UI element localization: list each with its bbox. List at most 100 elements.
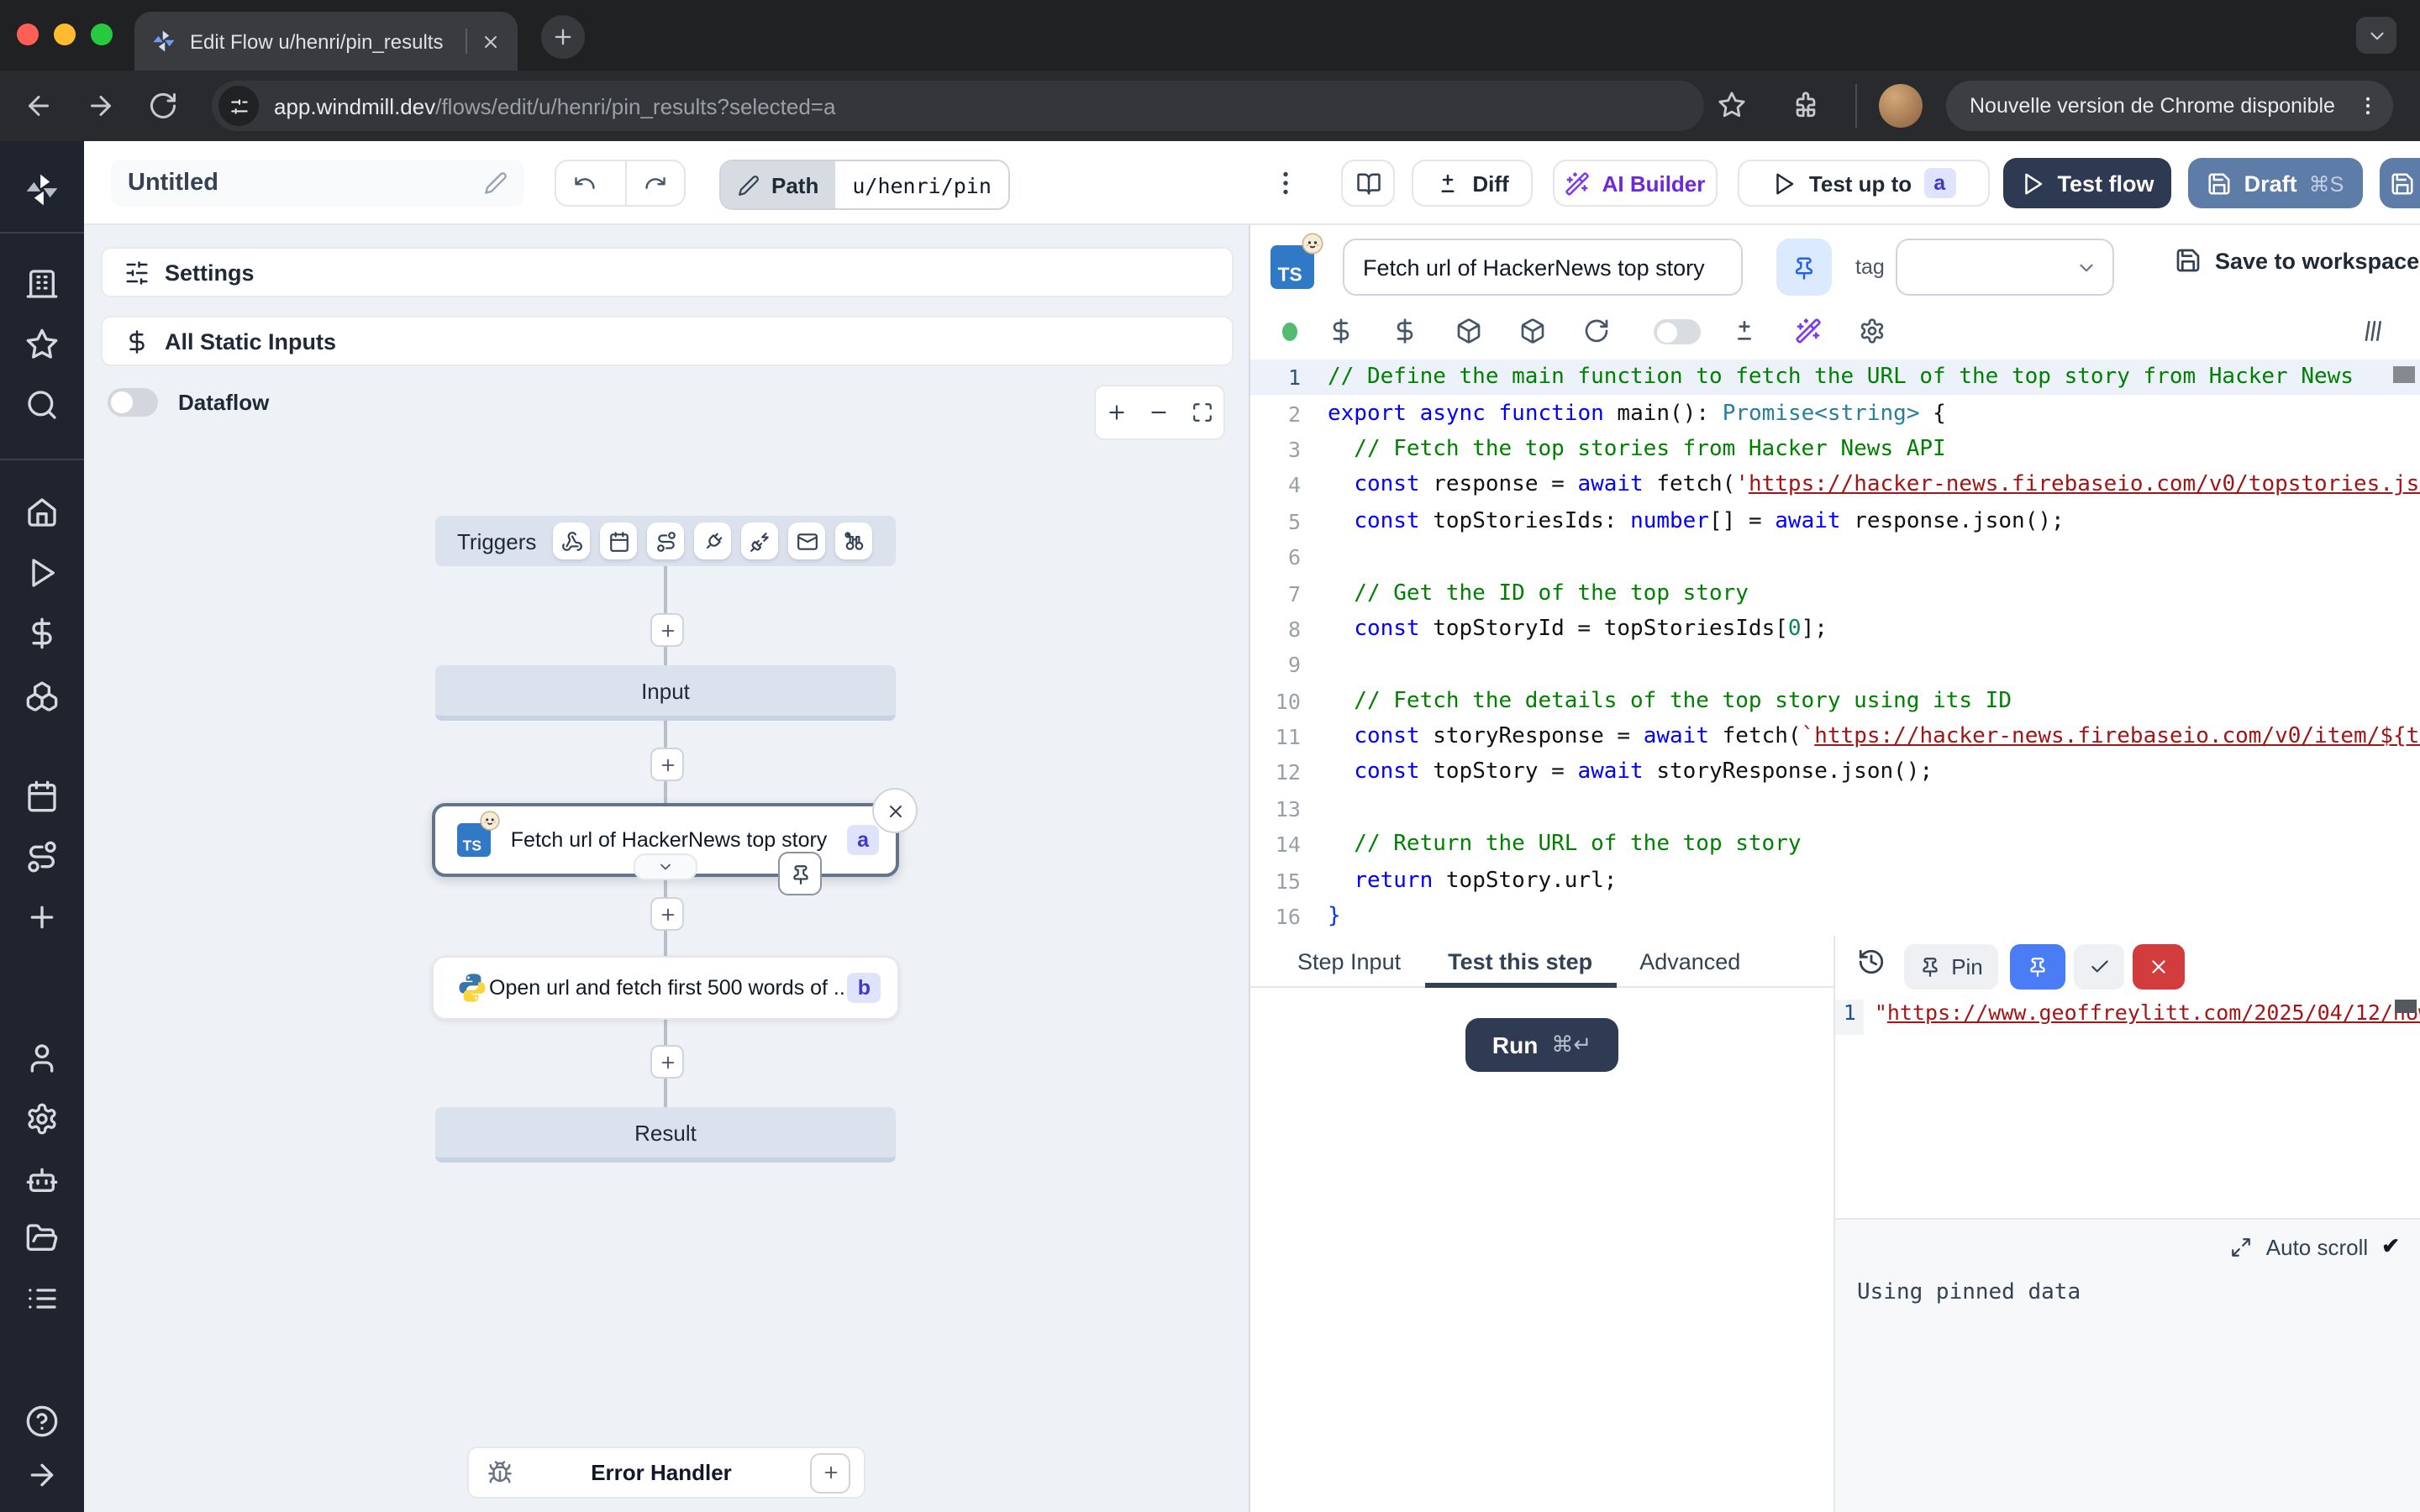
code-line[interactable]: 5 const topStoriesIds: number[] = await … — [1250, 503, 2420, 539]
code-line[interactable]: 12 const topStory = await storyResponse.… — [1250, 755, 2420, 791]
sidebar-collapse[interactable] — [25, 1458, 59, 1492]
tab-test-this-step[interactable]: Test this step — [1424, 936, 1616, 986]
trigger-binoculars-button[interactable] — [835, 522, 872, 559]
trigger-calendar-button[interactable] — [600, 522, 637, 559]
extensions-icon[interactable] — [1791, 91, 1820, 119]
pin-result-button[interactable]: Pin — [1904, 944, 1998, 990]
zoom-out-button[interactable] — [1149, 402, 1171, 423]
add-error-handler-button[interactable] — [810, 1452, 850, 1493]
step-badge[interactable]: a — [1923, 168, 1955, 198]
pinned-data-editor[interactable]: 1 "https://www.geoffreylitt.com/2025/04/… — [1835, 1000, 2420, 1035]
editor-settings-icon[interactable] — [1859, 318, 1886, 344]
test-up-to-button[interactable]: Test up to a — [1738, 160, 1990, 207]
code-line[interactable]: 15 return topStory.url; — [1250, 863, 2420, 899]
sidebar-item-settings[interactable] — [25, 1102, 59, 1136]
close-tab-icon[interactable] — [481, 31, 501, 51]
error-handler-node[interactable]: Error Handler — [467, 1446, 865, 1499]
code-line[interactable]: 10 // Fetch the details of the top story… — [1250, 683, 2420, 719]
code-line[interactable]: 14 // Return the URL of the top story — [1250, 827, 2420, 863]
sidebar-item-logs[interactable] — [25, 1282, 59, 1315]
editor-scrollbar[interactable] — [2393, 366, 2415, 383]
sidebar-item-home[interactable] — [25, 496, 59, 529]
trigger-route-button[interactable] — [647, 522, 684, 559]
package-icon[interactable] — [1455, 318, 1482, 344]
sidebar-item-folders[interactable] — [25, 1221, 59, 1255]
browser-tab[interactable]: Edit Flow u/henri/pin_results — [134, 12, 518, 71]
pinned-active-button[interactable] — [2010, 944, 2065, 990]
add-step-button[interactable] — [650, 1045, 684, 1079]
result-node[interactable]: Result — [435, 1107, 896, 1163]
trigger-plug-button[interactable] — [694, 522, 731, 559]
code-line[interactable]: 8 const topStoryId = topStoriesIds[0]; — [1250, 611, 2420, 647]
diff-icon[interactable] — [1731, 318, 1758, 344]
code-line[interactable]: 1// Define the main function to fetch th… — [1250, 360, 2420, 396]
pinned-editor-scrollbar[interactable] — [2395, 1000, 2417, 1013]
code-line[interactable]: 4 const response = await fetch('https://… — [1250, 467, 2420, 503]
code-line[interactable]: 16} — [1250, 899, 2420, 935]
pin-step-button[interactable] — [1776, 239, 1832, 296]
undo-button[interactable] — [556, 161, 613, 205]
code-line[interactable]: 3 // Fetch the top stories from Hacker N… — [1250, 432, 2420, 468]
diff-button[interactable]: Diff — [1412, 160, 1533, 207]
triggers-node[interactable]: Triggers — [435, 516, 896, 566]
redo-button[interactable] — [625, 161, 684, 205]
ai-assist-icon[interactable] — [1795, 318, 1822, 344]
sidebar-item-variables[interactable] — [25, 617, 59, 650]
docs-button[interactable] — [1341, 160, 1395, 207]
sidebar-item-users[interactable] — [25, 1042, 59, 1075]
accept-button[interactable] — [2074, 944, 2124, 990]
sidebar-item-search[interactable] — [25, 388, 59, 422]
fit-view-button[interactable] — [1192, 402, 1213, 423]
remove-pin-button[interactable] — [2133, 944, 2185, 990]
history-icon[interactable] — [1857, 948, 1886, 976]
deploy-button[interactable]: Deploy — [2380, 158, 2420, 208]
pinned-step-indicator[interactable] — [778, 852, 822, 895]
input-node[interactable]: Input — [435, 665, 896, 721]
reload-button[interactable] — [148, 91, 178, 121]
trigger-mail-button[interactable] — [788, 522, 825, 559]
code-editor[interactable]: 1// Define the main function to fetch th… — [1250, 360, 2420, 936]
trigger-webhook-button[interactable] — [553, 522, 590, 559]
maximize-window-button[interactable] — [91, 24, 113, 45]
dataflow-toggle[interactable] — [108, 388, 158, 417]
draft-button[interactable]: Draft⌘S — [2188, 158, 2363, 208]
code-line[interactable]: 9 — [1250, 647, 2420, 683]
variables-icon[interactable] — [1328, 318, 1355, 344]
profile-avatar[interactable] — [1879, 84, 1923, 128]
auto-scroll-control[interactable]: Auto scroll ✔ — [2231, 1233, 2400, 1260]
sidebar-item-favorites[interactable] — [25, 328, 59, 361]
sidebar-item-help[interactable] — [25, 1404, 59, 1438]
expand-step-button[interactable] — [634, 853, 697, 880]
expand-icon[interactable] — [2231, 1236, 2253, 1257]
sidebar-item-workers[interactable] — [25, 1163, 59, 1196]
flow-step-a[interactable]: TS Fetch url of HackerNews top story a — [432, 803, 899, 877]
minimize-window-button[interactable] — [54, 24, 76, 45]
bookmark-icon[interactable] — [1718, 91, 1746, 119]
path-group[interactable]: Path u/henri/pin — [719, 160, 1010, 210]
add-step-button[interactable] — [650, 613, 684, 647]
windmill-logo[interactable] — [24, 171, 60, 208]
flow-settings-button[interactable]: Settings — [101, 247, 1234, 297]
chrome-update-notice[interactable]: Nouvelle version de Chrome disponible — [1946, 81, 2393, 131]
step-name-input[interactable]: Fetch url of HackerNews top story — [1343, 239, 1743, 296]
add-step-button[interactable] — [650, 897, 684, 931]
zoom-in-button[interactable] — [1106, 402, 1128, 423]
more-options-button[interactable] — [1270, 163, 1301, 203]
back-button[interactable] — [24, 91, 54, 121]
address-bar[interactable]: app.windmill.dev/flows/edit/u/henri/pin_… — [212, 81, 1704, 131]
edit-name-icon[interactable] — [484, 171, 508, 195]
code-line[interactable]: 2export async function main(): Promise<s… — [1250, 396, 2420, 432]
all-static-inputs-button[interactable]: All Static Inputs — [101, 316, 1234, 366]
test-flow-button[interactable]: Test flow — [2003, 158, 2171, 208]
sidebar-item-add[interactable] — [25, 900, 59, 934]
tab-search-button[interactable] — [2356, 17, 2396, 54]
sidebar-item-workspace[interactable] — [25, 267, 59, 301]
site-settings-button[interactable] — [218, 86, 259, 126]
contextual-variables-icon[interactable] — [1392, 318, 1418, 344]
reload-icon[interactable] — [1583, 318, 1610, 344]
code-line[interactable]: 6 — [1250, 539, 2420, 575]
flow-name-field[interactable]: Untitled — [111, 160, 524, 207]
code-line[interactable]: 13 — [1250, 790, 2420, 827]
save-to-workspace-button[interactable]: Save to workspace — [2175, 247, 2419, 274]
forward-button[interactable] — [86, 91, 116, 121]
